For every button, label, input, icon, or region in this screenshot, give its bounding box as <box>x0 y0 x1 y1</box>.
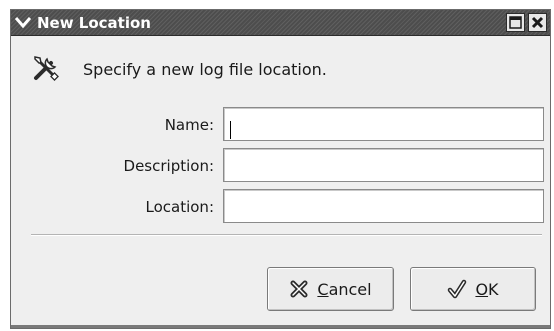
close-button[interactable] <box>528 13 547 32</box>
description-label: Description: <box>123 157 214 175</box>
cancel-icon <box>290 280 308 298</box>
dialog-instruction: Specify a new log file location. <box>83 60 327 79</box>
title-bar[interactable]: New Location <box>11 10 550 36</box>
window-title: New Location <box>37 14 151 32</box>
name-field[interactable] <box>223 107 544 141</box>
cancel-button[interactable]: Cancel <box>267 267 394 311</box>
close-icon <box>531 16 544 29</box>
ok-icon <box>448 279 467 299</box>
separator <box>31 234 542 236</box>
chevron-down-icon[interactable] <box>14 13 32 31</box>
name-label: Name: <box>164 116 214 134</box>
maximize-icon <box>509 16 522 29</box>
description-field[interactable] <box>223 148 544 182</box>
dialog-window: New Location Specify a new log file loca… <box>10 9 551 329</box>
ok-label: OK <box>475 279 499 299</box>
ok-button[interactable]: OK <box>410 267 536 311</box>
location-label: Location: <box>145 198 215 216</box>
maximize-button[interactable] <box>506 13 525 32</box>
text-cursor <box>230 121 231 139</box>
cancel-label: Cancel <box>317 279 372 299</box>
tools-icon <box>31 53 61 83</box>
location-field[interactable] <box>223 189 544 223</box>
window-bottom-edge <box>11 325 550 328</box>
